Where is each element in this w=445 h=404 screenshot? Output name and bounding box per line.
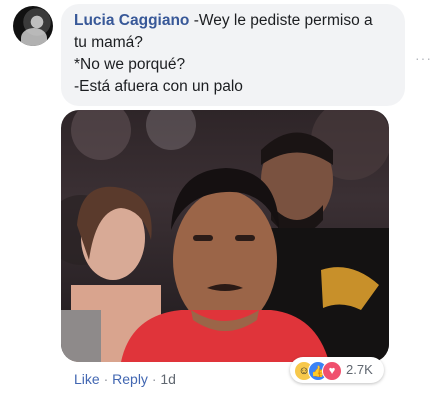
- reactions-summary[interactable]: ☺ 👍 ♥ 2.7K: [290, 357, 384, 383]
- comment-line-3: *No we porqué?: [74, 56, 186, 73]
- love-icon: ♥: [322, 361, 342, 381]
- comment-line-4: -Está afuera con un palo: [74, 78, 243, 95]
- separator: ·: [103, 371, 109, 387]
- author-name[interactable]: Lucia Caggiano: [74, 12, 189, 29]
- timestamp[interactable]: 1d: [160, 371, 176, 387]
- photo-illustration: [61, 110, 389, 362]
- comment-text: Lucia Caggiano -Wey le pediste permiso a…: [74, 10, 404, 98]
- separator: ·: [151, 371, 157, 387]
- more-options-icon[interactable]: ···: [415, 50, 432, 66]
- comment-line-1: -Wey le pediste permiso a: [189, 12, 373, 29]
- comment-line-2: tu mamá?: [74, 34, 143, 51]
- like-link[interactable]: Like: [74, 371, 100, 387]
- reply-link[interactable]: Reply: [112, 371, 148, 387]
- avatar[interactable]: [13, 6, 53, 46]
- reaction-count: 2.7K: [346, 362, 373, 377]
- comment-actions: Like · Reply · 1d: [74, 371, 176, 387]
- attached-photo[interactable]: [61, 110, 389, 362]
